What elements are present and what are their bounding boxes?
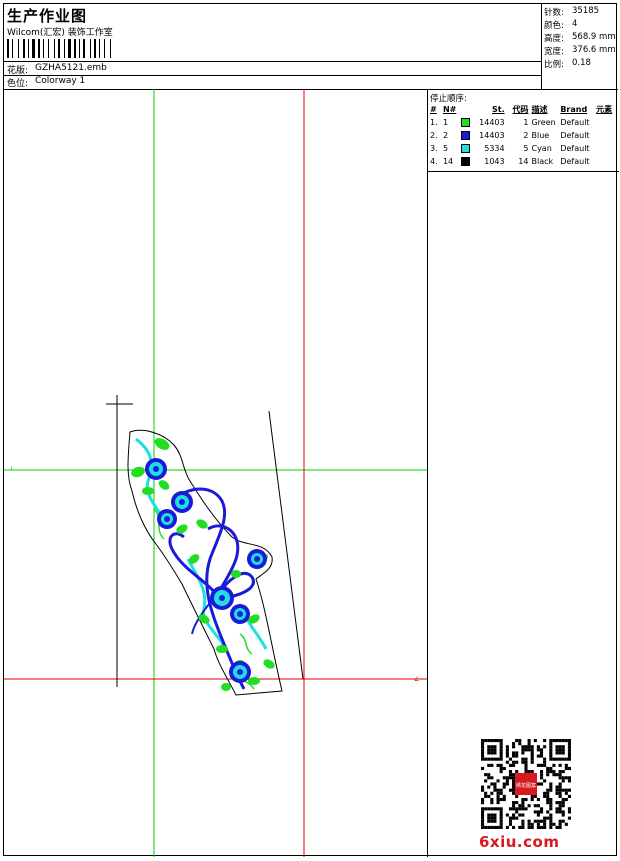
studio-subtitle: Wilcom(汇宏) 装饰工作室 bbox=[7, 28, 113, 38]
row-swatch bbox=[460, 131, 475, 140]
flower-7 bbox=[229, 661, 251, 683]
row-swatch bbox=[460, 144, 475, 153]
worksheet-header: 生产作业图 Wilcom(汇宏) 装饰工作室 花版: GZHA5121.emb … bbox=[4, 4, 618, 90]
row-index: 2. bbox=[430, 131, 438, 140]
row-brand: Default bbox=[560, 157, 590, 166]
row-needle: 1 bbox=[442, 118, 449, 127]
spec-width: 宽度: 376.6 mm bbox=[544, 45, 616, 57]
row-description: Black bbox=[531, 157, 554, 166]
spec-label: 针数: bbox=[544, 8, 564, 18]
spec-label: 高度: bbox=[544, 34, 564, 44]
col-element: 元素 bbox=[596, 105, 613, 114]
col-brand: Brand bbox=[560, 105, 588, 114]
colorway-row: 色位: Colorway 1 bbox=[7, 76, 85, 89]
col-stitches: St. bbox=[491, 105, 505, 114]
spec-label: 比例: bbox=[544, 60, 564, 70]
red-guide-marker: ∠ bbox=[414, 676, 419, 683]
spec-value: 35185 bbox=[572, 6, 600, 16]
spec-value: 568.9 mm bbox=[572, 32, 616, 42]
color-swatch bbox=[460, 131, 470, 140]
header-info: 生产作业图 Wilcom(汇宏) 装饰工作室 花版: GZHA5121.emb … bbox=[4, 4, 541, 89]
row-needle: 2 bbox=[442, 131, 449, 140]
flower-4 bbox=[247, 549, 267, 569]
row-stitches: 5334 bbox=[484, 144, 505, 153]
flower-6 bbox=[230, 604, 250, 624]
table-header: # N# St. 代码 描述 Brand 元素 bbox=[430, 103, 618, 116]
color-swatch bbox=[460, 118, 470, 127]
row-swatch bbox=[460, 118, 475, 127]
table-row: 2. 2 14403 2 Blue Default bbox=[430, 129, 618, 142]
col-index: # bbox=[430, 105, 437, 114]
row-brand: Default bbox=[560, 118, 590, 127]
spec-value: 376.6 mm bbox=[572, 45, 616, 55]
row-code: 2 bbox=[523, 131, 529, 140]
green-guide-marker: ⊥ bbox=[9, 465, 14, 472]
row-brand: Default bbox=[560, 131, 590, 140]
table-row: 1. 1 14403 1 Green Default bbox=[430, 116, 618, 129]
table-row: 4. 14 1043 14 Black Default bbox=[430, 155, 618, 168]
seal-text: 绣花图案 bbox=[516, 782, 536, 789]
table-divider bbox=[428, 171, 619, 172]
table-row: 3. 5 5334 5 Cyan Default bbox=[430, 142, 618, 155]
row-index: 4. bbox=[430, 157, 438, 166]
colorway-name: Colorway 1 bbox=[35, 76, 86, 86]
row-swatch bbox=[460, 157, 475, 166]
barcode bbox=[7, 39, 153, 58]
row-code: 14 bbox=[518, 157, 529, 166]
col-description: 描述 bbox=[531, 105, 548, 114]
frame-edge-line bbox=[268, 410, 304, 680]
row-index: 1. bbox=[430, 118, 438, 127]
row-description: Cyan bbox=[531, 144, 552, 153]
color-swatch bbox=[460, 157, 470, 166]
qr-code: 绣花图案 bbox=[481, 739, 571, 829]
col-code: 代码 bbox=[512, 105, 529, 114]
row-stitches: 14403 bbox=[479, 131, 505, 140]
row-needle: 14 bbox=[442, 157, 454, 166]
spec-value: 0.18 bbox=[572, 58, 591, 68]
spec-label: 颜色: bbox=[544, 21, 564, 31]
watermark-brand: 6xiu.com bbox=[479, 833, 560, 851]
row-description: Blue bbox=[531, 131, 550, 140]
color-swatch bbox=[460, 144, 470, 153]
row-code: 1 bbox=[523, 118, 529, 127]
flower-2 bbox=[171, 491, 193, 513]
flower-5 bbox=[210, 586, 234, 610]
spec-scale: 比例: 0.18 bbox=[544, 58, 591, 70]
row-index: 3. bbox=[430, 144, 438, 153]
spec-colors: 颜色: 4 bbox=[544, 19, 577, 31]
worksheet-frame: 生产作业图 Wilcom(汇宏) 装饰工作室 花版: GZHA5121.emb … bbox=[3, 3, 619, 857]
row-stitches: 1043 bbox=[484, 157, 505, 166]
spec-height: 高度: 568.9 mm bbox=[544, 32, 616, 44]
col-needle: N# bbox=[442, 105, 457, 114]
spec-label: 宽度: bbox=[544, 47, 564, 57]
spec-panel: 针数: 35185 颜色: 4 高度: 568.9 mm 宽度: 376.6 m… bbox=[541, 4, 619, 89]
row-description: Green bbox=[531, 118, 556, 127]
row-brand: Default bbox=[560, 144, 590, 153]
embroidery-preview: ⊥ ∠ bbox=[4, 89, 427, 857]
table-body: 1. 1 14403 1 Green Default 2. 2 14403 2 Blue Defaul… bbox=[430, 116, 618, 168]
row-code: 5 bbox=[523, 144, 529, 153]
stop-sequence-panel: 停止顺序: # N# St. 代码 描述 Brand 元素 1. 1 14403 1 G… bbox=[427, 89, 619, 857]
colorway-label: 色位: bbox=[7, 79, 29, 89]
flower-3 bbox=[157, 509, 177, 529]
row-stitches: 14403 bbox=[479, 118, 505, 127]
header-divider bbox=[4, 61, 541, 62]
flower-1 bbox=[145, 458, 167, 480]
page-title: 生产作业图 bbox=[7, 7, 88, 25]
spec-stitches: 针数: 35185 bbox=[544, 6, 599, 18]
spec-value: 4 bbox=[572, 19, 578, 29]
design-canvas: ⊥ ∠ bbox=[4, 89, 427, 857]
stop-sequence-table: # N# St. 代码 描述 Brand 元素 1. 1 14403 1 Green De… bbox=[430, 103, 618, 168]
row-needle: 5 bbox=[442, 144, 449, 153]
